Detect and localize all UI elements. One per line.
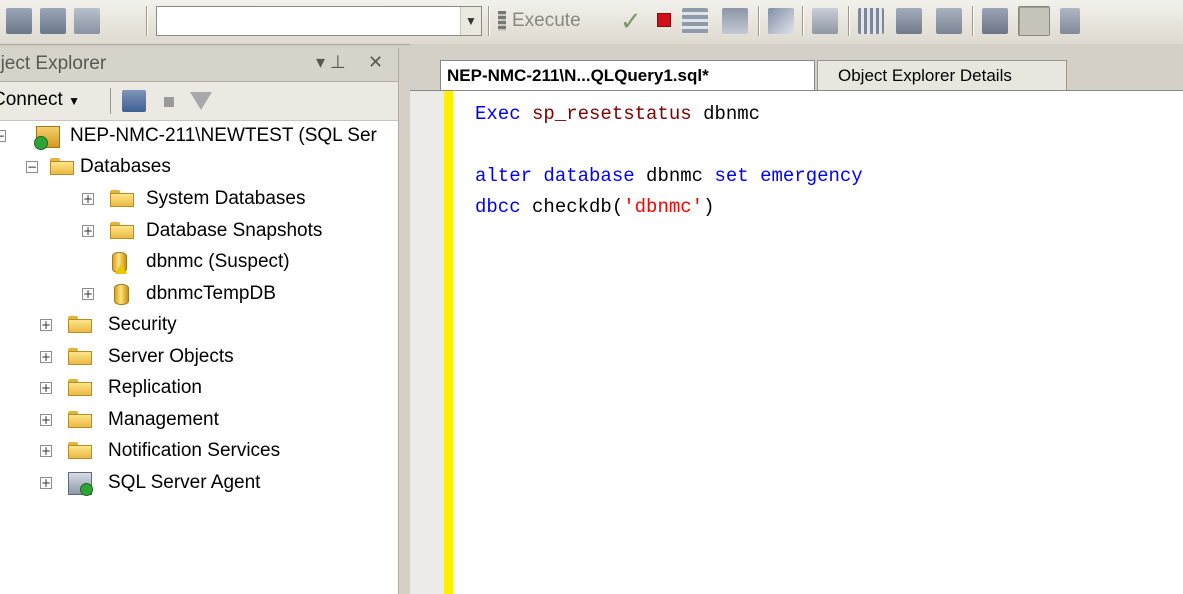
connect-button[interactable]: Connect ▼ [0,89,80,111]
tree-item-label: Security [108,314,177,335]
execute-button[interactable]: Execute [498,8,581,34]
display-plan-icon[interactable] [682,8,708,34]
tree-item-label: Databases [80,156,171,177]
sql-code[interactable]: Exec sp_resetstatus dbnmc alter database… [475,99,863,223]
code-line: Exec sp_resetstatus dbnmc [475,103,761,125]
tree-item-label: SQL Server Agent [108,472,261,493]
results-to-file-icon[interactable] [982,8,1008,34]
query-designer-icon[interactable] [768,8,794,34]
toolbar-icon[interactable] [40,8,66,34]
folder-icon [110,190,134,207]
folder-icon [68,348,92,365]
database-icon [114,284,129,305]
toolbar-separator [972,6,973,36]
intellisense-icon[interactable] [812,8,838,34]
tree-item-label: NEP-NMC-211\NEWTEST (SQL Ser [70,125,377,146]
server-icon [34,126,60,150]
stop-icon[interactable] [164,97,174,107]
tree-item-system-databases[interactable]: + System Databases [0,185,398,213]
agent-icon [68,472,93,496]
execute-label: Execute [512,10,581,31]
code-line: dbcc checkdb('dbnmc') [475,196,715,218]
tree-item-replication[interactable]: + Replication [0,374,398,402]
tree-item-security[interactable]: + Security [0,311,398,339]
expand-icon[interactable]: + [40,445,52,457]
folder-icon [68,411,92,428]
expand-icon[interactable]: + [40,351,52,363]
object-explorer-tree: − NEP-NMC-211\NEWTEST (SQL Ser − Databas… [0,122,398,594]
object-explorer-panel: bject Explorer ▾ ⊥ ✕ Connect ▼ − NEP-NMC… [0,48,398,594]
folder-icon [50,158,74,175]
close-icon[interactable]: ✕ [368,52,383,73]
tree-item-label: Management [108,409,219,430]
tab-object-explorer-details[interactable]: Object Explorer Details [817,60,1067,90]
folder-icon [68,379,92,396]
parse-check-icon[interactable]: ✓ [620,6,642,36]
tree-item-dbnmctempdb[interactable]: + dbnmcTempDB [0,280,398,308]
change-tracking-bar [444,91,453,594]
cancel-stop-icon[interactable] [657,13,671,27]
toolbar-separator [488,6,489,36]
results-grid-icon[interactable] [1018,6,1050,36]
connect-label: Connect [0,89,63,110]
tree-item-label: dbnmc (Suspect) [146,251,290,272]
tree-item-label: Server Objects [108,346,234,367]
tree-item-label: Replication [108,377,202,398]
pin-icon[interactable]: ▾ ⊥ [316,52,346,73]
toolbar-separator [802,6,803,36]
expand-icon[interactable]: + [82,288,94,300]
tree-item-label: dbnmcTempDB [146,283,276,304]
tree-item-database-snapshots[interactable]: + Database Snapshots [0,217,398,245]
query-options-icon[interactable] [722,8,748,34]
include-plan-icon[interactable] [858,8,884,34]
filter-icon[interactable] [190,92,212,110]
expand-icon[interactable]: + [82,193,94,205]
sql-editor-toolbar: ▼ Execute ✓ [0,0,1183,45]
folder-icon [68,442,92,459]
database-select[interactable]: ▼ [156,6,482,36]
folder-icon [110,222,134,239]
object-explorer-title: bject Explorer [0,53,107,74]
toolbar-icon[interactable] [1060,8,1080,34]
toolbar-separator [758,6,759,36]
toolbar-separator [146,6,147,36]
object-explorer-toolbar: Connect ▼ [0,82,398,121]
toolbar-separator [110,88,111,114]
tree-item-label: Notification Services [108,440,281,461]
disconnect-icon[interactable] [122,90,146,112]
client-statistics-icon[interactable] [896,8,922,34]
folder-icon [68,316,92,333]
tree-item-label: System Databases [146,188,306,209]
database-warning-icon [112,252,127,274]
tree-item-dbnmc-suspect[interactable]: dbnmc (Suspect) [0,248,398,276]
collapse-icon[interactable]: − [0,130,6,142]
expand-icon[interactable]: + [40,477,52,489]
toolbar-separator [848,6,849,36]
document-tab-strip: NEP-NMC-211\N...QLQuery1.sql* Object Exp… [410,44,1183,91]
tree-item-label: Database Snapshots [146,220,323,241]
tree-item-sql-server-agent[interactable]: + SQL Server Agent [0,469,398,497]
query-editor[interactable]: Exec sp_resetstatus dbnmc alter database… [410,91,1183,594]
editor-gutter [410,91,444,594]
execute-icon [498,11,506,31]
collapse-icon[interactable]: − [26,161,38,173]
expand-icon[interactable]: + [40,382,52,394]
tab-query-editor[interactable]: NEP-NMC-211\N...QLQuery1.sql* [440,60,815,90]
chevron-down-icon[interactable]: ▼ [460,7,481,35]
chevron-down-icon: ▼ [68,94,80,108]
expand-icon[interactable]: + [82,225,94,237]
tree-item-server[interactable]: − NEP-NMC-211\NEWTEST (SQL Ser [0,122,398,150]
toolbar-icon[interactable] [74,8,100,34]
tree-item-databases[interactable]: − Databases [0,153,398,181]
tree-item-management[interactable]: + Management [0,406,398,434]
expand-icon[interactable]: + [40,319,52,331]
tree-item-server-objects[interactable]: + Server Objects [0,343,398,371]
object-explorer-titlebar: bject Explorer ▾ ⊥ ✕ [0,48,398,82]
expand-icon[interactable]: + [40,414,52,426]
toolbar-icon[interactable] [6,8,32,34]
tree-item-notification-services[interactable]: + Notification Services [0,437,398,465]
code-line: alter database dbnmc set emergency [475,165,863,187]
results-to-text-icon[interactable] [936,8,962,34]
